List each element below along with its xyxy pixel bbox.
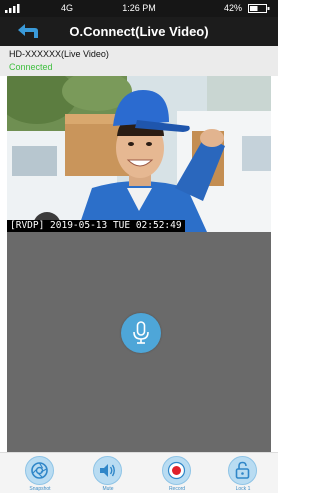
speaker-icon — [100, 464, 115, 477]
bottom-toolbar: Snapshot Mute Record Lock 1 — [0, 452, 278, 493]
snapshot-label: Snapshot — [29, 486, 51, 492]
live-video-feed[interactable] — [7, 76, 271, 232]
nav-bar: O.Connect(Live Video) — [0, 17, 278, 46]
talk-panel — [7, 232, 271, 452]
microphone-button[interactable] — [121, 313, 161, 353]
lock-button[interactable]: Lock 1 — [220, 456, 266, 492]
battery-icon — [248, 4, 270, 13]
connection-status: Connected — [9, 62, 53, 72]
video-timestamp: [RVDP] 2019-05-13 TUE 02:52:49 — [7, 220, 185, 232]
record-button[interactable]: Record — [154, 456, 200, 492]
status-bar: 4G 1:26 PM 42% — [0, 0, 278, 17]
mute-label: Mute — [102, 486, 114, 492]
device-name: HD-XXXXXX(Live Video) — [9, 49, 109, 59]
device-info: HD-XXXXXX(Live Video) Connected — [0, 46, 278, 76]
snapshot-button[interactable]: Snapshot — [17, 456, 63, 492]
video-frame-image — [7, 76, 271, 232]
battery-percent: 42% — [223, 3, 242, 13]
microphone-icon — [133, 321, 149, 344]
unlock-icon — [235, 461, 250, 479]
camera-shutter-icon — [31, 462, 48, 479]
lock-label: Lock 1 — [235, 486, 251, 492]
record-icon — [167, 461, 186, 480]
page-title: O.Connect(Live Video) — [69, 24, 209, 39]
mute-button[interactable]: Mute — [85, 456, 131, 492]
record-label: Record — [168, 486, 186, 492]
